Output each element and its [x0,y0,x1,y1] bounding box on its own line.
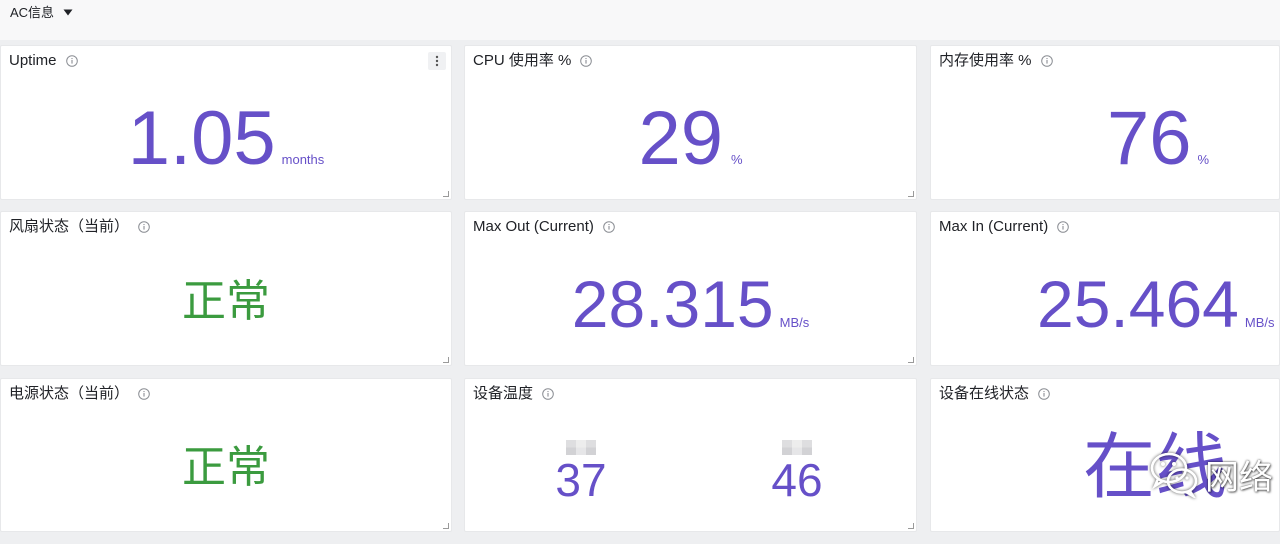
stat-value: 46 [771,454,823,506]
panel-device-online-status: 设备在线状态 在线 [930,378,1280,532]
panel-header[interactable]: Uptime [1,46,451,78]
resize-handle-icon[interactable] [442,356,449,363]
info-icon[interactable] [138,388,150,400]
stat-value-row: 76 % [931,101,1279,177]
stat-value-row: 1.05 months [1,101,451,177]
panel-header[interactable]: 设备温度 [465,379,916,411]
panel-header[interactable]: 内存使用率 % [931,46,1279,78]
resize-handle-icon[interactable] [442,190,449,197]
panel-header[interactable]: CPU 使用率 % [465,46,916,78]
panel-header[interactable]: Max In (Current) [931,212,1279,244]
info-icon[interactable] [65,55,78,67]
panel-max-in: Max In (Current) 25.464 MB/s [930,211,1280,366]
stat-value: 25.464 [1037,267,1239,341]
panel-memory-usage: 内存使用率 % 76 % [930,45,1280,200]
panel-header[interactable]: Max Out (Current) [465,212,916,244]
info-icon[interactable] [138,221,150,233]
dashboard-row-bar: AC信息 [0,0,1280,40]
panel-title: 电源状态（当前） [9,385,130,402]
panel-power-status: 电源状态（当前） 正常 [0,378,452,532]
stat-value: 29 [638,96,723,181]
stat-unit: MB/s [1244,315,1275,330]
info-icon[interactable] [1057,221,1070,233]
panel-title: CPU 使用率 % [473,52,572,69]
panel-title: Uptime [9,52,57,69]
stat-unit: % [1197,152,1210,167]
stat-value: 1.05 [127,96,276,181]
status-value: 正常 [182,277,270,326]
panel-uptime: Uptime 1.05 months [0,45,452,200]
resize-handle-icon[interactable] [907,190,914,197]
panel-title: 风扇状态（当前） [9,218,130,235]
panel-menu-button[interactable] [428,52,446,70]
stat-unit: months [281,152,325,167]
stat-value-row: 29 % [465,101,916,177]
temperature-stat: 37 [468,440,694,503]
stat-value-row: 正常 [1,280,451,324]
panel-title: 设备在线状态 [939,385,1030,402]
stat-value: 28.315 [571,267,774,341]
panel-max-out: Max Out (Current) 28.315 MB/s [464,211,917,366]
resize-handle-icon[interactable] [442,522,449,529]
stat-value-row: 正常 [1,446,451,490]
wechat-icon [1150,452,1198,498]
panel-title: 设备温度 [473,385,534,402]
info-icon[interactable] [542,388,554,400]
stat-value-row: 25.464 MB/s [931,271,1279,337]
stat-value: 37 [555,454,607,506]
caret-down-icon[interactable] [63,9,73,16]
panel-cpu-usage: CPU 使用率 % 29 % [464,45,917,200]
redacted-label [566,440,596,455]
info-icon[interactable] [580,55,593,67]
panel-title: Max In (Current) [939,218,1049,235]
status-value: 正常 [182,443,270,492]
watermark-text: 网络 [1205,459,1273,497]
resize-handle-icon[interactable] [907,522,914,529]
panel-device-temperature: 设备温度 37 46 [464,378,917,532]
panel-title: Max Out (Current) [473,218,594,235]
info-icon[interactable] [603,221,615,233]
stat-value-row: 28.315 MB/s [465,271,916,337]
panel-header[interactable]: 风扇状态（当前） [1,212,451,244]
panel-title: 内存使用率 % [939,52,1032,69]
resize-handle-icon[interactable] [907,356,914,363]
info-icon[interactable] [1038,388,1050,400]
stat-value: 76 [1107,96,1192,181]
info-icon[interactable] [1040,55,1053,67]
dashboard-row-header[interactable]: AC信息 [10,4,73,21]
stat-unit: MB/s [779,315,810,330]
panel-header[interactable]: 设备在线状态 [931,379,1279,411]
row-title[interactable]: AC信息 [10,4,54,21]
stat-unit: % [730,152,743,167]
panel-header[interactable]: 电源状态（当前） [1,379,451,411]
panel-fan-status: 风扇状态（当前） 正常 [0,211,452,366]
kebab-menu-icon [435,55,439,67]
temperature-stat: 46 [684,440,910,503]
redacted-label [782,440,812,455]
